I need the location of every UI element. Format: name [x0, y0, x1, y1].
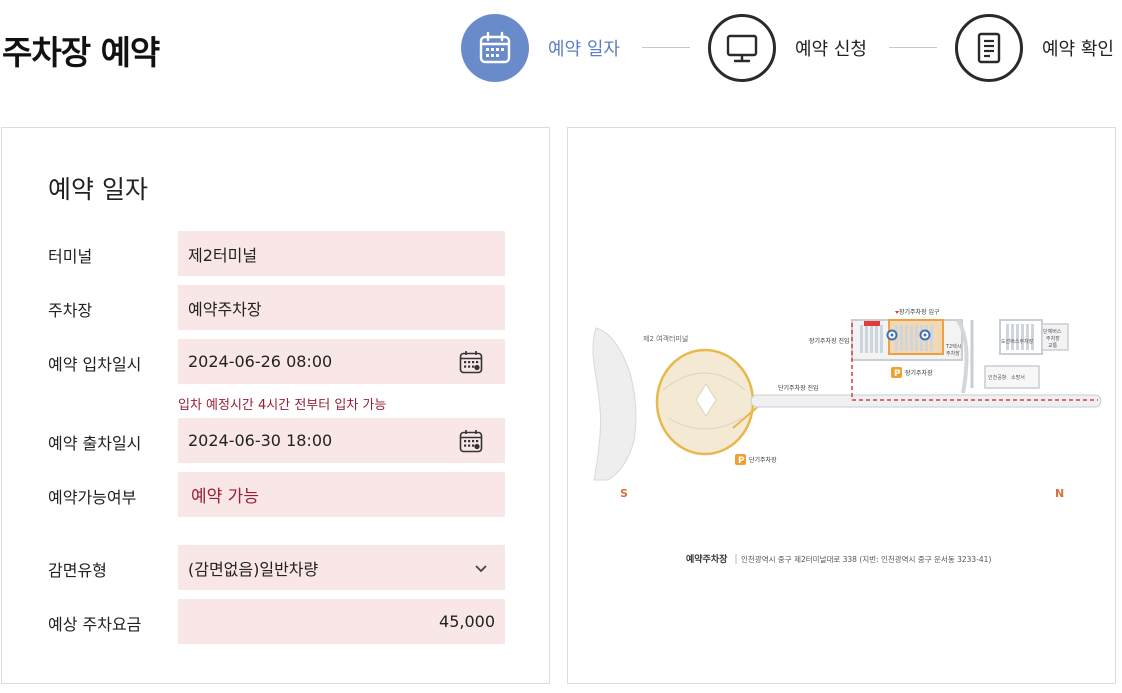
parking-field[interactable]: 예약주차장	[178, 285, 505, 330]
long-term-lot-label: 장기주차장	[905, 369, 933, 377]
terminal-field[interactable]: 제2터미널	[178, 231, 505, 276]
exit-datetime-value: 2024-06-30 18:00	[188, 431, 333, 450]
map-caption-address: 인천광역시 중구 제2터미널대로 338 (지번: 인천광역시 중구 운서동 3…	[741, 554, 991, 564]
fee-field: 45,000	[178, 599, 505, 644]
long-term-entrance-label: 장기주차장 입구	[899, 308, 940, 316]
parking-map: P P 제2 여객터미널 장기주차장 입구 장기주차장 진입 장기주차장 단기주…	[592, 308, 1102, 565]
fee-value: 45,000	[439, 612, 495, 631]
entry-datetime-value: 2024-06-26 08:00	[188, 352, 333, 371]
entry-hint: 입차 예정시간 4시간 전부터 입차 가능	[178, 398, 387, 413]
short-term-entry-label: 단기주차장 진입	[778, 384, 819, 392]
step-reservation-confirm: 예약 확인	[955, 14, 1114, 82]
chevron-down-icon	[475, 564, 487, 572]
fee-label: 예상 주차요금	[48, 615, 142, 634]
parking-value: 예약주차장	[188, 299, 262, 319]
map-caption-title: 예약주차장	[686, 553, 728, 565]
lot-d-label: 단체버스	[1043, 328, 1062, 335]
form-heading: 예약 일자	[48, 175, 148, 204]
terminal-map-label: 제2 여객터미널	[643, 334, 688, 343]
compass-north: N	[1055, 487, 1064, 500]
calendar-icon[interactable]	[459, 350, 483, 374]
discount-type-value: (감면없음)일반차량	[188, 559, 319, 579]
parking-map-panel: P P 제2 여객터미널 장기주차장 입구 장기주차장 진입 장기주차장 단기주…	[567, 127, 1116, 684]
terminal-building	[592, 327, 637, 481]
progress-steps: 예약 일자 예약 신청 예약 확인	[461, 14, 1121, 82]
step-circle	[708, 14, 776, 82]
reservation-form-panel: 예약 일자 터미널 제2터미널 주차장 예약주차장 예약 입차일시 2024-0…	[1, 127, 550, 684]
compass-south: S	[620, 487, 628, 500]
step-connector	[642, 47, 690, 48]
svg-text:P: P	[894, 369, 901, 379]
step-reservation-request: 예약 신청	[708, 14, 867, 82]
step-connector	[889, 47, 937, 48]
terminal-label: 터미널	[48, 247, 93, 266]
parking-label: 주차장	[48, 301, 93, 320]
lot-b-label: 도선버스주차장	[1001, 338, 1034, 345]
calendar-icon[interactable]	[459, 429, 483, 453]
svg-text:P: P	[738, 456, 745, 466]
entry-datetime-label: 예약 입차일시	[48, 355, 142, 374]
svg-text:주차장: 주차장	[1046, 335, 1060, 342]
step-label: 예약 확인	[1042, 39, 1114, 60]
step-reservation-date: 예약 일자	[461, 14, 620, 82]
svg-text:교통: 교통	[1048, 343, 1058, 349]
step-label: 예약 일자	[548, 39, 620, 60]
document-icon	[977, 32, 1001, 64]
exit-datetime-label: 예약 출차일시	[48, 434, 142, 453]
availability-label: 예약가능여부	[48, 488, 137, 507]
calendar-icon	[479, 31, 511, 64]
page-title: 주차장 예약	[2, 33, 160, 72]
svg-text:주차장: 주차장	[946, 350, 960, 357]
entry-datetime-field[interactable]: 2024-06-26 08:00	[178, 339, 505, 384]
main-road	[750, 394, 1102, 408]
availability-field: 예약 가능	[178, 472, 505, 517]
step-label: 예약 신청	[795, 39, 867, 60]
step-circle	[955, 14, 1023, 82]
lot-a-label: T2택시	[945, 343, 961, 350]
long-term-entry-label: 장기주차장 진입	[809, 337, 850, 345]
monitor-icon	[726, 34, 758, 63]
svg-text:소방서: 소방서	[1011, 374, 1025, 381]
exit-datetime-field[interactable]: 2024-06-30 18:00	[178, 418, 505, 463]
terminal-value: 제2터미널	[188, 245, 258, 265]
lot-c-label: 인천공항	[988, 374, 1007, 381]
discount-type-label: 감면유형	[48, 561, 107, 580]
short-term-lot-label: 단기주차장	[749, 456, 777, 464]
step-circle	[461, 14, 529, 82]
availability-value: 예약 가능	[191, 487, 259, 507]
discount-type-select[interactable]: (감면없음)일반차량	[178, 545, 505, 590]
